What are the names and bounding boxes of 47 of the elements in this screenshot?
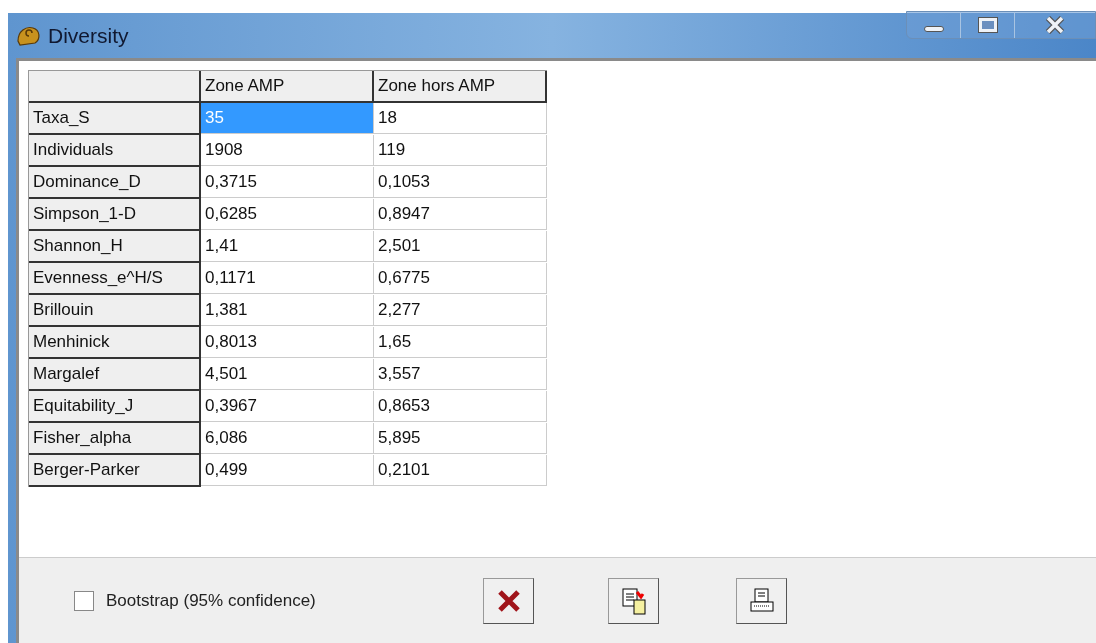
checkbox[interactable]: [74, 590, 94, 611]
table-cell[interactable]: 0,499: [201, 455, 374, 486]
cross-icon: [495, 589, 522, 613]
table-cell[interactable]: 0,3967: [201, 391, 374, 422]
table-cell[interactable]: 0,6285: [201, 199, 374, 230]
close-button[interactable]: [483, 578, 534, 624]
row-header: Fisher_alpha: [29, 423, 201, 455]
row-header: Berger-Parker: [29, 455, 201, 487]
print-button[interactable]: [736, 578, 787, 624]
table-cell[interactable]: 1908: [201, 135, 374, 166]
table-cell[interactable]: 0,1171: [201, 263, 374, 294]
table-cell[interactable]: 0,3715: [201, 167, 374, 198]
table-cell[interactable]: 4,501: [201, 359, 374, 390]
column-header: Zone AMP: [201, 71, 374, 103]
row-header: Brillouin: [29, 295, 201, 327]
row-header: Evenness_e^H/S: [29, 263, 201, 295]
table-cell[interactable]: 3,557: [374, 359, 547, 390]
table-cell[interactable]: 0,8653: [374, 391, 547, 422]
table-cell[interactable]: 0,1053: [374, 167, 547, 198]
row-header: Simpson_1-D: [29, 199, 201, 231]
table-cell[interactable]: 1,381: [201, 295, 374, 326]
copy-button[interactable]: [608, 578, 659, 624]
row-header: Taxa_S: [29, 103, 201, 135]
table-cell[interactable]: 0,2101: [374, 455, 547, 486]
row-header: Individuals: [29, 135, 201, 167]
row-header: Margalef: [29, 359, 201, 391]
table-cell[interactable]: 6,086: [201, 423, 374, 454]
row-header: Dominance_D: [29, 167, 201, 199]
table-cell[interactable]: 0,8947: [374, 199, 547, 230]
column-header: Zone hors AMP: [374, 71, 547, 103]
close-icon: [1045, 16, 1065, 34]
table-cell[interactable]: 1,65: [374, 327, 547, 358]
row-header: Equitability_J: [29, 391, 201, 423]
window-title: Diversity: [48, 22, 129, 49]
row-header: Menhinick: [29, 327, 201, 359]
table-cell[interactable]: 119: [374, 135, 547, 166]
table-cell[interactable]: 2,501: [374, 231, 547, 262]
row-header: Shannon_H: [29, 231, 201, 263]
checkbox-label: Bootstrap (95% confidence): [106, 589, 316, 612]
table-cell[interactable]: 1,41: [201, 231, 374, 262]
copy-icon: [619, 586, 648, 616]
table-cell[interactable]: 0,8013: [201, 327, 374, 358]
table-cell[interactable]: 18: [374, 103, 547, 134]
table-cell[interactable]: 0,6775: [374, 263, 547, 294]
shell-icon: [16, 24, 42, 47]
table-cell[interactable]: 5,895: [374, 423, 547, 454]
table-cell[interactable]: 2,277: [374, 295, 547, 326]
